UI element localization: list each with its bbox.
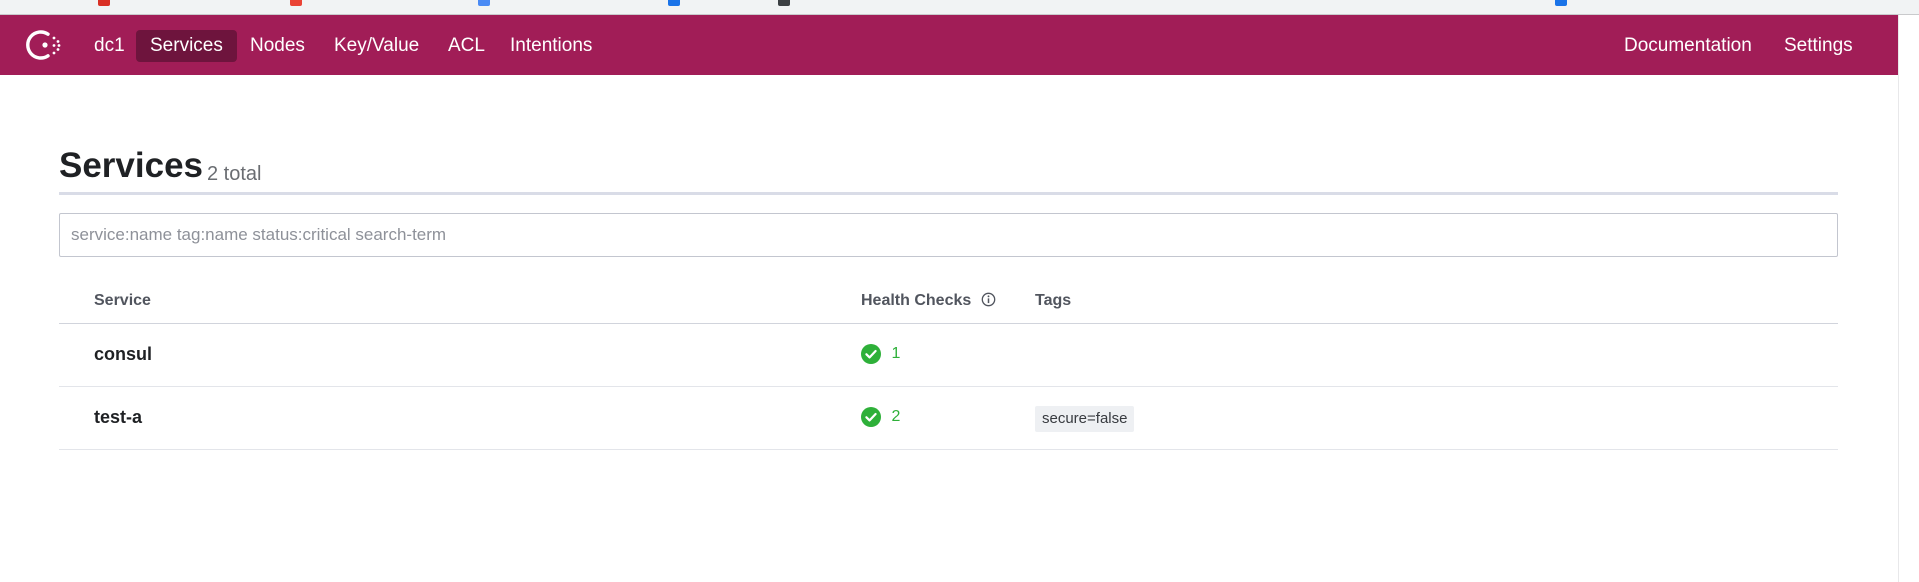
service-count: 2 total (207, 163, 262, 185)
column-header-health-checks: Health Checks (861, 292, 996, 310)
page-title: Services (59, 146, 204, 185)
browser-bookmark-icon[interactable] (1555, 0, 1567, 6)
nav-item-settings[interactable]: Settings (1770, 30, 1867, 62)
nav-item-services[interactable]: Services (136, 30, 237, 62)
info-circle-icon[interactable] (981, 292, 996, 307)
passing-count: 1 (891, 345, 901, 362)
nav-item-key-value[interactable]: Key/Value (320, 30, 433, 62)
consul-logo-icon[interactable] (26, 28, 64, 62)
check-circle-icon (861, 407, 881, 427)
column-header-health-checks-label: Health Checks (861, 292, 972, 309)
datacenter-selector[interactable]: dc1 (80, 30, 139, 62)
service-name[interactable]: test-a (94, 407, 142, 428)
browser-bookmark-icon[interactable] (668, 0, 680, 6)
browser-bookmark-icon[interactable] (478, 0, 490, 6)
page-header: Services 2 total (59, 143, 1838, 195)
table-row[interactable]: test-a 2 secure=false (59, 387, 1838, 450)
top-navbar: dc1 Services Nodes Key/Value ACL Intenti… (0, 15, 1898, 75)
health-checks-passing: 1 (861, 344, 900, 366)
browser-bookmark-icon[interactable] (98, 0, 110, 6)
table-row[interactable]: consul 1 (59, 324, 1838, 387)
service-search-input[interactable] (59, 213, 1838, 257)
health-checks-passing: 2 (861, 407, 900, 429)
nav-item-acl[interactable]: ACL (434, 30, 499, 62)
page-scrollbar[interactable] (1898, 15, 1919, 582)
table-header: Service Health Checks Tags (59, 283, 1838, 324)
passing-count: 2 (891, 408, 901, 425)
column-header-service: Service (94, 292, 151, 309)
check-circle-icon (861, 344, 881, 364)
nav-item-nodes[interactable]: Nodes (236, 30, 319, 62)
browser-bookmark-icon[interactable] (290, 0, 302, 6)
services-table: Service Health Checks Tags consul 1 test… (59, 283, 1838, 450)
service-name[interactable]: consul (94, 344, 152, 365)
service-tag: secure=false (1035, 406, 1135, 432)
browser-bookmark-icon[interactable] (778, 0, 790, 6)
column-header-tags: Tags (1035, 292, 1072, 309)
nav-item-intentions[interactable]: Intentions (496, 30, 606, 62)
nav-item-documentation[interactable]: Documentation (1610, 30, 1766, 62)
browser-tab-strip (0, 0, 1919, 15)
